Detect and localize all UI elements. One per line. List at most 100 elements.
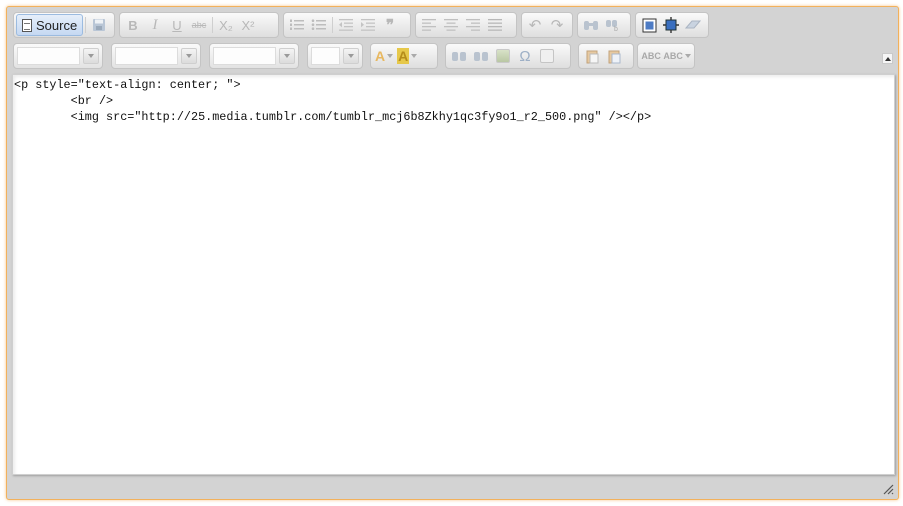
bold-button[interactable]: B [122, 14, 144, 36]
resize-grip-icon[interactable] [882, 483, 894, 495]
toolbar-separator [212, 17, 213, 33]
chevron-down-icon [411, 54, 418, 58]
format-combo[interactable] [111, 43, 201, 69]
styles-combo-value [17, 47, 80, 65]
chevron-down-icon[interactable] [343, 48, 359, 64]
format-combo-value [115, 47, 178, 65]
toolbar-group-document: Source [13, 12, 115, 38]
align-left-icon [422, 19, 436, 31]
show-blocks-button[interactable] [660, 14, 682, 36]
paste-word-icon [608, 50, 620, 63]
align-right-icon [466, 19, 480, 31]
scayt-button[interactable]: ABC [662, 45, 692, 67]
bold-icon: B [128, 17, 138, 33]
show-blocks-icon [663, 17, 679, 33]
italic-button[interactable]: I [144, 14, 166, 36]
omega-icon: Ω [519, 47, 531, 65]
bulleted-list-icon [311, 19, 326, 30]
indent-icon [361, 19, 375, 31]
spellcheck-icon: ABC [641, 51, 661, 61]
font-size-combo-value [311, 47, 340, 65]
numbered-list-button[interactable] [286, 14, 308, 36]
toolbar-group-colors: A A [370, 43, 438, 69]
maximize-button[interactable] [638, 14, 660, 36]
editor-frame: Source B I U abc X₂ X² ❞ ↶ ↷ b A A Ω ABC… [6, 6, 899, 500]
redo-icon: ↷ [550, 17, 564, 34]
toolbar-group-find: b [577, 12, 631, 38]
bg-color-icon: A [397, 48, 410, 64]
remove-format-button[interactable] [682, 14, 704, 36]
toolbar-group-undo: ↶ ↷ [521, 12, 573, 38]
paste-icon [586, 50, 598, 63]
find-button[interactable] [580, 14, 602, 36]
paste-text-button[interactable] [581, 45, 603, 67]
anchor-button[interactable] [470, 45, 492, 67]
toolbar-separator [85, 17, 87, 33]
outdent-button[interactable] [335, 14, 357, 36]
spellcheck-button[interactable]: ABC [640, 45, 662, 67]
replace-icon: b [606, 20, 618, 32]
source-editing-area[interactable]: <p style="text-align: center; "> <br /> … [12, 74, 895, 475]
align-right-button[interactable] [462, 14, 484, 36]
source-code-text[interactable]: <p style="text-align: center; "> <br /> … [13, 75, 894, 125]
toolbar-group-clipboard [578, 43, 634, 69]
strike-button[interactable]: abc [188, 14, 210, 36]
toolbar-group-tools [635, 12, 709, 38]
blockquote-icon: ❞ [385, 17, 395, 34]
save-icon [93, 19, 106, 31]
image-icon [496, 49, 510, 63]
toolbar-group-align [415, 12, 517, 38]
blockquote-button[interactable]: ❞ [379, 14, 401, 36]
image-button[interactable] [492, 45, 514, 67]
justify-icon [488, 19, 502, 31]
maximize-icon [642, 18, 656, 32]
font-combo[interactable] [209, 43, 299, 69]
align-center-button[interactable] [440, 14, 462, 36]
source-icon [22, 18, 32, 32]
numbered-list-icon [290, 19, 304, 30]
svg-text:b: b [614, 26, 618, 32]
smiley-button[interactable] [448, 45, 470, 67]
smiley-icon [452, 52, 466, 61]
binoculars-icon [584, 21, 598, 30]
superscript-button[interactable]: X² [237, 14, 259, 36]
chevron-down-icon[interactable] [83, 48, 99, 64]
subscript-button[interactable]: X₂ [215, 14, 237, 36]
strike-icon: abc [191, 20, 207, 30]
text-color-button[interactable]: A [373, 45, 395, 67]
special-char-button[interactable]: Ω [514, 45, 536, 67]
font-combo-value [213, 47, 276, 65]
bg-color-button[interactable]: A [395, 45, 419, 67]
align-center-icon [444, 19, 458, 31]
toolbar-group-spell: ABC ABC [637, 43, 695, 69]
toolbar-group-paragraph: ❞ [283, 12, 411, 38]
replace-button[interactable]: b [602, 14, 624, 36]
undo-button[interactable]: ↶ [524, 14, 546, 36]
indent-button[interactable] [357, 14, 379, 36]
undo-icon: ↶ [528, 17, 542, 34]
outdent-icon [339, 19, 353, 31]
superscript-icon: X² [241, 17, 255, 33]
toolbar-separator [332, 17, 333, 33]
font-size-combo[interactable] [307, 43, 363, 69]
chevron-down-icon[interactable] [181, 48, 197, 64]
subscript-icon: X₂ [219, 17, 233, 33]
bulleted-list-button[interactable] [308, 14, 330, 36]
page-break-button[interactable] [536, 45, 558, 67]
chevron-down-icon[interactable] [279, 48, 295, 64]
paste-word-button[interactable] [603, 45, 625, 67]
underline-icon: U [172, 17, 182, 33]
justify-button[interactable] [484, 14, 506, 36]
save-button[interactable] [88, 14, 110, 36]
chevron-down-icon [684, 54, 691, 58]
source-button[interactable]: Source [16, 14, 84, 36]
redo-button[interactable]: ↷ [546, 14, 568, 36]
toolbar-group-insert: Ω [445, 43, 571, 69]
styles-combo[interactable] [13, 43, 103, 69]
align-left-button[interactable] [418, 14, 440, 36]
page-break-icon [540, 49, 554, 63]
underline-button[interactable]: U [166, 14, 188, 36]
chevron-down-icon [387, 54, 394, 58]
toolbar-collapse-button[interactable] [882, 53, 893, 64]
text-color-icon: A [375, 48, 386, 64]
